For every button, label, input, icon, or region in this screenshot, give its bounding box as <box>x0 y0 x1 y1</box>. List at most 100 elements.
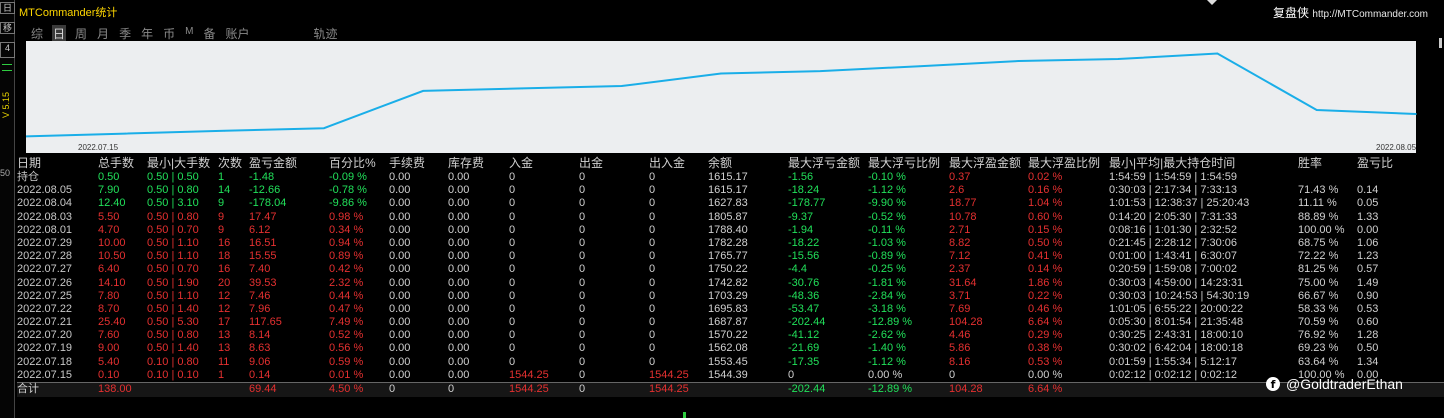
cell-col-13: -12.89 % <box>868 383 913 395</box>
brand-name: 复盘侠 <box>1273 6 1310 20</box>
cell-col-5: 百分比% <box>329 156 376 170</box>
table-row[interactable]: 2022.07.28 10.50 0.50 | 1.10 18 15.55 0.89 % 0… <box>17 250 1444 263</box>
table-row[interactable]: 2022.07.21 25.40 0.50 | 5.30 17 117.65 7.49 %… <box>17 316 1444 329</box>
cell-col-16: 0:01:59 | 1:55:34 | 5:12:17 <box>1109 355 1238 368</box>
tab-0[interactable]: 综 <box>30 25 44 42</box>
cell-col-0: 合计 <box>17 383 39 395</box>
tab-10[interactable]: 轨迹 <box>312 25 338 42</box>
cell-col-13: -1.81 % <box>868 276 906 289</box>
cell-col-11: 1615.17 <box>708 171 748 183</box>
table-row[interactable]: 2022.07.22 8.70 0.50 | 1.40 12 7.96 0.47 % 0.0… <box>17 303 1444 316</box>
cell-col-18: 1.06 <box>1357 236 1379 249</box>
table-row[interactable]: 2022.08.01 4.70 0.50 | 0.70 9 6.12 0.34 % 0.00… <box>17 224 1444 237</box>
tab-6[interactable]: 币 <box>162 25 176 42</box>
cell-col-1: 10.50 <box>98 250 126 263</box>
tab-2[interactable]: 周 <box>74 25 88 42</box>
cell-col-9: 0 <box>579 184 586 197</box>
cell-col-17: 63.64 % <box>1298 355 1339 368</box>
cell-col-18: 1.28 <box>1357 329 1379 342</box>
table-row[interactable]: 2022.08.05 7.90 0.50 | 0.80 14 -12.66 -0.78 %… <box>17 184 1444 197</box>
tab-8[interactable]: 备 <box>202 25 216 42</box>
watermark: f @GoldtraderEthan <box>1266 376 1403 392</box>
tab-7[interactable]: M <box>184 25 194 42</box>
balance-line-chart: 2022.07.15 2022.08.05 <box>26 41 1417 153</box>
cell-col-13: -12.89 % <box>868 316 913 329</box>
cell-col-7: 0.00 <box>448 223 470 236</box>
cell-col-16: 0:30:03 | 10:24:53 | 54:30:19 <box>1109 289 1250 302</box>
balance-point-2022.07.18 <box>124 132 127 135</box>
cell-col-15: 0.38 % <box>1028 342 1063 355</box>
table-row[interactable]: 2022.08.03 5.50 0.50 | 0.80 9 17.47 0.98 % 0.0… <box>17 211 1444 224</box>
cell-col-3: 16 <box>218 236 231 249</box>
cell-col-9: 0 <box>579 329 586 342</box>
cell-col-12: -18.24 <box>788 184 820 197</box>
strip-button-4[interactable]: 4 <box>0 42 15 58</box>
scroll-handle[interactable] <box>1439 38 1442 48</box>
table-row[interactable]: 2022.07.20 7.60 0.50 | 0.80 13 8.14 0.52 % 0.0… <box>17 329 1444 342</box>
cell-col-7: 0.00 <box>448 355 470 368</box>
cell-col-6: 0.00 <box>389 329 411 342</box>
table-row[interactable]: 2022.07.19 9.00 0.50 | 1.40 13 8.63 0.56 % 0.0… <box>17 342 1444 355</box>
table-row[interactable]: 2022.07.25 7.80 0.50 | 1.10 12 7.46 0.44 % 0.0… <box>17 290 1444 303</box>
cell-col-6: 0.00 <box>389 368 411 381</box>
cell-col-4: -1.48 <box>249 171 275 183</box>
cell-col-8: 0 <box>509 223 516 236</box>
strip-button-move[interactable]: 移 <box>0 22 15 34</box>
total-row[interactable]: 合计 138.00 69.44 4.50 % 0 0 1544.25 0 1544.25 -202… <box>17 382 1444 397</box>
table-row[interactable]: 2022.07.29 10.00 0.50 | 1.10 16 16.51 0.94 % 0… <box>17 237 1444 250</box>
cell-col-12: -202.44 <box>788 316 826 329</box>
cell-col-13: -9.90 % <box>868 197 906 210</box>
cell-col-8: 0 <box>509 250 516 263</box>
dropdown-arrow-icon[interactable] <box>1207 0 1217 5</box>
table-row[interactable]: 2022.07.18 5.40 0.10 | 0.80 11 9.06 0.59 % 0.0… <box>17 356 1444 369</box>
cell-col-2: 0.50 | 0.80 <box>147 184 199 197</box>
cell-col-7: 0.00 <box>448 289 470 302</box>
tab-1[interactable]: 日 <box>52 25 67 42</box>
balance-point-2022.07.27 <box>819 70 822 72</box>
cell-col-10: 0 <box>649 289 656 302</box>
tab-9[interactable]: 账户 <box>224 25 250 42</box>
cell-col-18: 1.49 <box>1357 276 1379 289</box>
cell-col-3: 1 <box>218 368 225 381</box>
holding-row[interactable]: 持仓 0.50 0.50 | 0.50 1 -1.48 -0.09 % 0.00 0.00 0 0… <box>17 171 1444 184</box>
table-row[interactable]: 2022.08.04 12.40 0.50 | 3.10 9 -178.04 -9.86 … <box>17 197 1444 210</box>
balance-point-2022.08.03 <box>1216 52 1219 55</box>
brand[interactable]: 复盘侠 http://MTCommander.com <box>1273 4 1428 21</box>
cell-col-14: 2.37 <box>949 263 971 276</box>
brand-url[interactable]: http://MTCommander.com <box>1312 9 1428 20</box>
cell-col-9: 0 <box>579 342 586 355</box>
tab-5[interactable]: 年 <box>140 25 154 42</box>
cell-col-4: 16.51 <box>249 236 277 249</box>
cell-col-14: 31.64 <box>949 276 977 289</box>
cell-col-9: 0 <box>579 368 586 381</box>
strip-indicator <box>2 64 12 65</box>
table-row[interactable]: 2022.07.26 14.10 0.50 | 1.90 20 39.53 2.32 % 0… <box>17 277 1444 290</box>
cell-col-2: 0.10 | 0.80 <box>147 355 199 368</box>
cell-col-12: -178.77 <box>788 197 826 210</box>
cell-col-1: 7.90 <box>98 184 120 197</box>
cell-col-16: 1:01:05 | 6:55:22 | 20:00:22 <box>1109 302 1244 315</box>
balance-point-2022.07.25 <box>620 85 623 87</box>
cell-col-3: 13 <box>218 342 231 355</box>
cell-col-10: 0 <box>649 223 656 236</box>
cell-col-14: 0 <box>949 368 956 381</box>
cell-col-10: 1544.25 <box>649 368 689 381</box>
cell-col-13: -3.18 % <box>868 302 906 315</box>
cell-col-2: 最小|大手数 <box>147 156 211 170</box>
tab-3[interactable]: 月 <box>96 25 110 42</box>
cell-col-6: 0.00 <box>389 210 411 223</box>
cell-col-10: 0 <box>649 210 656 223</box>
cell-col-12: -21.69 <box>788 342 820 355</box>
tab-4[interactable]: 季 <box>118 25 132 42</box>
strip-button-day[interactable]: 日 <box>0 2 15 14</box>
cell-col-0: 2022.08.01 <box>17 223 73 236</box>
cell-col-4: 6.12 <box>249 223 271 236</box>
table-row[interactable]: 2022.07.15 0.10 0.10 | 0.10 1 0.14 0.01 % 0.00… <box>17 369 1444 382</box>
cell-col-1: 0.50 <box>98 171 120 183</box>
cell-col-9: 0 <box>579 197 586 210</box>
cell-col-14: 8.82 <box>949 236 971 249</box>
cell-col-11: 1562.08 <box>708 342 748 355</box>
cell-col-15: 最大浮盈比例 <box>1028 156 1101 170</box>
table-row[interactable]: 2022.07.27 6.40 0.50 | 0.70 16 7.40 0.42 % 0.0… <box>17 263 1444 276</box>
cell-col-1: 25.40 <box>98 316 126 329</box>
